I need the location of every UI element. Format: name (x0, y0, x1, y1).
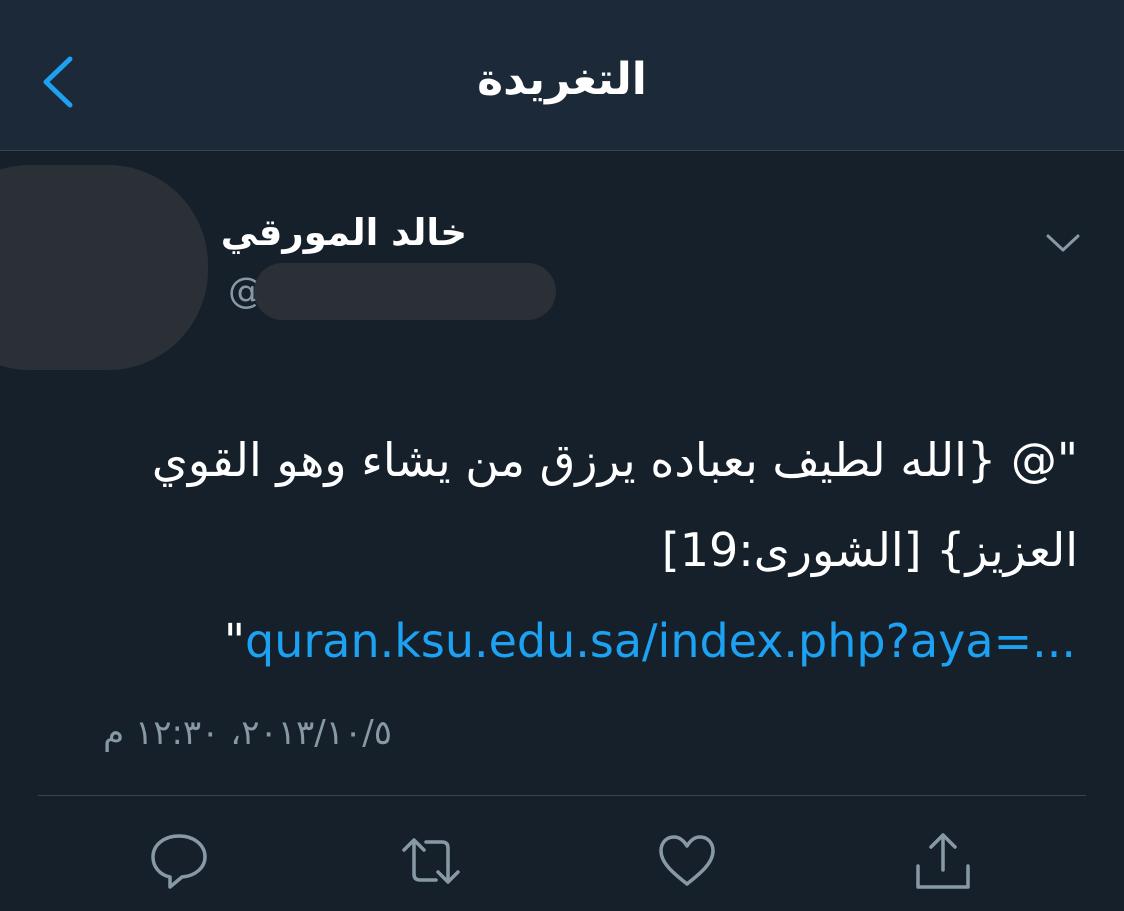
tweet-text: "@ {الله لطيف بعباده يرزق من يشاء وهو ال… (38, 415, 1078, 595)
tweet-timestamp: ١٠/٥/‏٢٠١٣، ١٢:٣٠ م (103, 713, 392, 753)
reply-icon (151, 834, 207, 889)
share-icon (916, 833, 970, 889)
navigation-bar: التغريدة (0, 0, 1124, 151)
page-title: التغريدة (477, 54, 647, 105)
author-name[interactable]: خالد المورقي (221, 205, 467, 261)
tweet-detail-screen: التغريدة خالد المورقي @ "@ {الله لطيف بع… (0, 0, 1124, 911)
reply-button[interactable] (148, 830, 210, 892)
handle-redaction (254, 263, 556, 320)
tweet-text-line: العزيز} [الشورى:19] (661, 523, 1078, 577)
retweet-icon (402, 838, 460, 884)
retweet-button[interactable] (400, 830, 462, 892)
chevron-down-icon (1046, 234, 1080, 252)
closing-quote: " (223, 614, 245, 668)
tweet-text-line: "@ {الله لطيف بعباده يرزق من يشاء وهو ال… (151, 433, 1078, 487)
like-button[interactable] (656, 830, 718, 892)
tweet-link[interactable]: quran.ksu.edu.sa/index.php?aya=... (245, 614, 1076, 668)
tweet-link-row: "quran.ksu.edu.sa/index.php?aya=... (224, 610, 1076, 672)
divider (38, 795, 1086, 796)
like-icon (659, 835, 715, 886)
avatar[interactable] (0, 165, 208, 370)
share-button[interactable] (912, 830, 974, 892)
tweet-options-button[interactable] (1040, 222, 1086, 262)
